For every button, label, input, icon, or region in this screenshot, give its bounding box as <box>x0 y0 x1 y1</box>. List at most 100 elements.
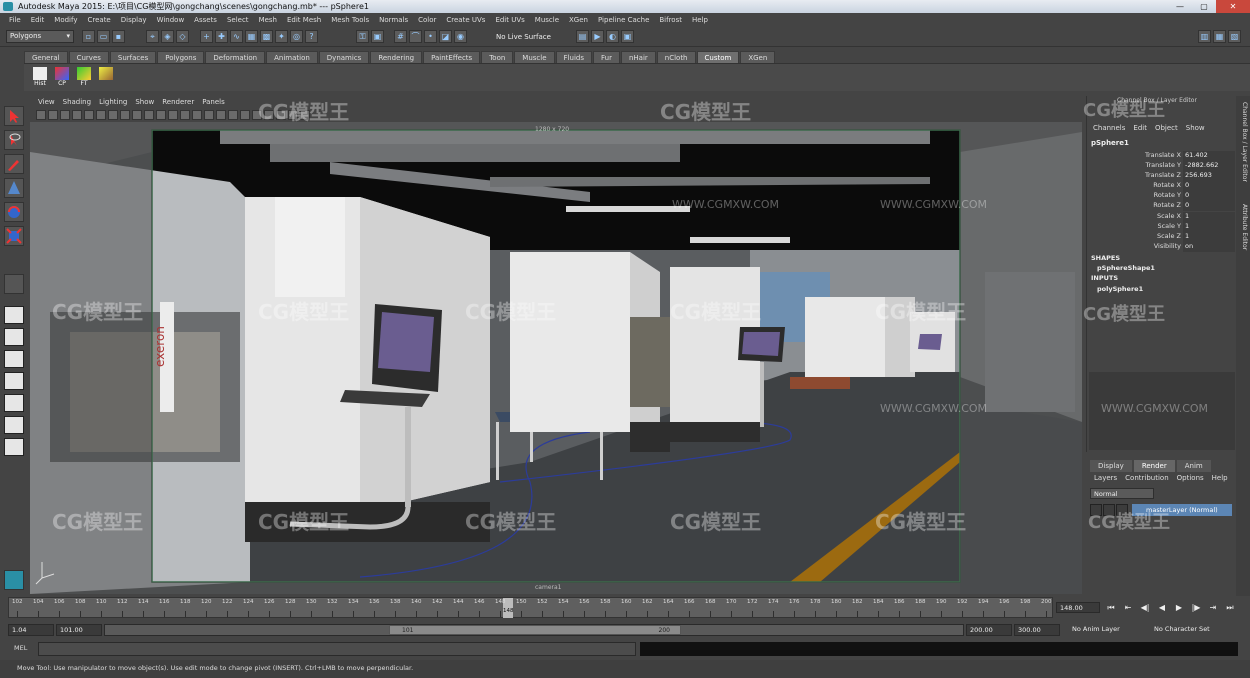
attr-rotate-y[interactable]: Rotate Y0 <box>1091 191 1235 201</box>
rotate-tool-icon[interactable] <box>4 202 24 222</box>
select-surfaces-icon[interactable]: ▦ <box>245 30 258 43</box>
play-backwards-button[interactable]: ◀ <box>1155 601 1169 615</box>
minimize-button[interactable]: — <box>1168 0 1192 13</box>
shelf-tab-animation[interactable]: Animation <box>266 51 318 63</box>
layer-tab-anim[interactable]: Anim <box>1176 460 1211 472</box>
attr-value[interactable]: 1 <box>1183 222 1235 232</box>
shelf-tab-polygons[interactable]: Polygons <box>157 51 205 63</box>
menu-set-dropdown[interactable]: Polygons <box>6 30 74 43</box>
channel-box-menu-show[interactable]: Show <box>1182 124 1209 132</box>
attr-value[interactable]: on <box>1183 242 1235 252</box>
layer-menu-layers[interactable]: Layers <box>1090 474 1121 482</box>
attr-value[interactable]: 61.402 <box>1183 151 1235 161</box>
shelf-tab-muscle[interactable]: Muscle <box>514 51 555 63</box>
field-chart-icon[interactable] <box>132 110 142 120</box>
scale-tool-icon[interactable] <box>4 226 24 246</box>
hierarchy-mode-icon[interactable]: ⌖ <box>146 30 159 43</box>
shelf-button-hist[interactable]: Hist <box>30 67 50 89</box>
snap-point-icon[interactable]: • <box>424 30 437 43</box>
shelf-tab-custom[interactable]: Custom <box>696 51 740 63</box>
select-tool-icon[interactable] <box>4 106 24 126</box>
menu-select[interactable]: Select <box>222 16 254 24</box>
snap-curve-icon[interactable]: ⌒ <box>409 30 422 43</box>
layer-menu-help[interactable]: Help <box>1208 474 1232 482</box>
step-back-key-button[interactable]: ⇤ <box>1121 601 1135 615</box>
safe-title-icon[interactable] <box>156 110 166 120</box>
attr-visibility[interactable]: Visibility on <box>1091 242 1235 252</box>
menu-color[interactable]: Color <box>413 16 441 24</box>
layer-tab-display[interactable]: Display <box>1090 460 1132 472</box>
film-gate-icon[interactable] <box>96 110 106 120</box>
animation-start-field[interactable]: 1.04 <box>8 624 54 636</box>
render-frame-icon[interactable]: ▶ <box>591 30 604 43</box>
layout-persp-outliner-icon[interactable] <box>4 394 24 412</box>
layout-four-icon[interactable] <box>4 328 24 346</box>
menu-edit-uvs[interactable]: Edit UVs <box>490 16 529 24</box>
menu-muscle[interactable]: Muscle <box>530 16 564 24</box>
close-button[interactable]: ✕ <box>1216 0 1250 13</box>
shelf-tab-curves[interactable]: Curves <box>68 51 109 63</box>
select-curves-icon[interactable]: ∿ <box>230 30 243 43</box>
select-dynamics-icon[interactable]: ✦ <box>275 30 288 43</box>
shelf-tab-deformation[interactable]: Deformation <box>205 51 266 63</box>
attr-translate-y[interactable]: Translate Y -2882.662 <box>1091 161 1235 171</box>
viewport-menu-panels[interactable]: Panels <box>198 96 229 108</box>
menu-display[interactable]: Display <box>116 16 152 24</box>
save-scene-icon[interactable]: ▪ <box>112 30 125 43</box>
toggle-modeling-toolkit-icon[interactable]: ▥ <box>1198 30 1211 43</box>
attr-translate-x[interactable]: Translate X 61.402 <box>1091 151 1235 161</box>
step-back-frame-button[interactable]: ◀| <box>1138 601 1152 615</box>
last-tool-icon[interactable] <box>4 274 24 294</box>
layout-outliner-icon[interactable] <box>4 438 24 456</box>
step-forward-key-button[interactable]: ⇥ <box>1206 601 1220 615</box>
live-surface-label[interactable]: No Live Surface <box>482 31 570 43</box>
attr-value[interactable]: 0 <box>1183 201 1235 211</box>
go-to-end-button[interactable]: ⏭ <box>1223 601 1237 615</box>
highlight-selection-icon[interactable]: ▣ <box>371 30 384 43</box>
channel-box-menu-object[interactable]: Object <box>1151 124 1182 132</box>
step-forward-frame-button[interactable]: |▶ <box>1189 601 1203 615</box>
current-frame-field[interactable]: 148.00 <box>1056 602 1100 613</box>
menu-pipeline-cache[interactable]: Pipeline Cache <box>593 16 654 24</box>
input-node[interactable]: polySphere1 <box>1097 285 1143 293</box>
menu-mesh-tools[interactable]: Mesh Tools <box>326 16 374 24</box>
attr-scale-y[interactable]: Scale Y1 <box>1091 222 1235 232</box>
viewport-menu-show[interactable]: Show <box>131 96 158 108</box>
menu-modify[interactable]: Modify <box>49 16 82 24</box>
command-input[interactable] <box>38 642 636 656</box>
wireframe-on-shaded-icon[interactable] <box>192 110 202 120</box>
select-joints-icon[interactable]: ✚ <box>215 30 228 43</box>
playback-end-field[interactable]: 200.00 <box>966 624 1012 636</box>
use-all-lights-icon[interactable] <box>216 110 226 120</box>
range-slider[interactable]: 101 200 <box>104 624 964 636</box>
anim-layer-dropdown[interactable]: No Anim Layer <box>1072 625 1120 633</box>
shelf-tab-fur[interactable]: Fur <box>592 51 620 63</box>
resolution-gate-icon[interactable] <box>108 110 118 120</box>
attr-rotate-x[interactable]: Rotate X0 <box>1091 181 1235 191</box>
attr-scale-x[interactable]: Scale X1 <box>1091 212 1235 222</box>
shelf-button-ft[interactable]: FT <box>74 67 94 89</box>
attr-value[interactable]: -2882.662 <box>1183 161 1235 171</box>
animation-end-field[interactable]: 300.00 <box>1014 624 1060 636</box>
character-set-dropdown[interactable]: No Character Set <box>1154 625 1210 633</box>
time-slider[interactable]: 148 102 104 106 108 110 112 114 116 118 120 122 124… <box>8 597 1053 618</box>
menu-edit-mesh[interactable]: Edit Mesh <box>282 16 326 24</box>
viewport-panel[interactable]: View Shading Lighting Show Renderer Pane… <box>30 96 1082 594</box>
menu-bifrost[interactable]: Bifrost <box>654 16 687 24</box>
shelf-tab-rendering[interactable]: Rendering <box>370 51 423 63</box>
menu-window[interactable]: Window <box>152 16 190 24</box>
menu-file[interactable]: File <box>4 16 26 24</box>
shape-node[interactable]: pSphereShape1 <box>1097 264 1155 272</box>
shelf-tab-xgen[interactable]: XGen <box>740 51 776 63</box>
menu-help[interactable]: Help <box>687 16 713 24</box>
layer-menu-contribution[interactable]: Contribution <box>1121 474 1172 482</box>
command-language-label[interactable]: MEL <box>14 644 27 652</box>
attr-value[interactable]: 256.693 <box>1183 171 1235 181</box>
toggle-channel-box-icon[interactable]: ▧ <box>1228 30 1241 43</box>
attr-value[interactable]: 1 <box>1183 232 1235 242</box>
channel-box-menu-channels[interactable]: Channels <box>1089 124 1129 132</box>
shelf-tab-ncloth[interactable]: nCloth <box>656 51 696 63</box>
lock-selection-icon[interactable]: ⚿ <box>356 30 369 43</box>
layout-persp-graph-icon[interactable] <box>4 372 24 390</box>
menu-xgen[interactable]: XGen <box>564 16 593 24</box>
